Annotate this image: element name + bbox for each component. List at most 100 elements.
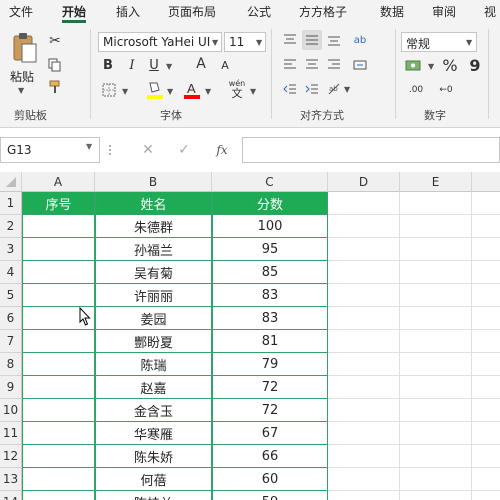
grid-cell[interactable] (328, 445, 400, 468)
wrap-text-icon[interactable]: ab (351, 30, 369, 50)
grid-cell[interactable] (400, 445, 472, 468)
row-header[interactable]: 14 (0, 491, 22, 500)
grid-cell[interactable] (22, 376, 95, 399)
score-cell[interactable]: 100 (212, 215, 328, 238)
grid-cell[interactable] (400, 238, 472, 261)
grid-cell[interactable] (472, 215, 500, 238)
chevron-down-icon[interactable]: ▼ (466, 38, 472, 47)
align-right-icon[interactable] (325, 56, 343, 74)
score-cell[interactable]: 66 (212, 445, 328, 468)
row-header[interactable]: 7 (0, 330, 22, 353)
grid-cell[interactable] (400, 353, 472, 376)
menu-tab-review[interactable]: 审阅 (432, 3, 456, 20)
currency-icon[interactable] (404, 57, 426, 75)
name-cell[interactable]: 许丽丽 (95, 284, 212, 307)
grid-cell[interactable] (22, 445, 95, 468)
score-cell[interactable]: 72 (212, 376, 328, 399)
shrink-font-button[interactable]: A (219, 58, 231, 72)
percent-button[interactable]: % (441, 55, 459, 75)
grid-cell[interactable] (400, 468, 472, 491)
table-header-cell[interactable]: 分数 (212, 192, 328, 215)
grid-cell[interactable] (328, 399, 400, 422)
grid-cell[interactable] (472, 468, 500, 491)
grid-cell[interactable] (22, 491, 95, 500)
column-header-e[interactable]: E (400, 172, 472, 192)
chevron-down-icon[interactable]: ▼ (122, 87, 128, 96)
score-cell[interactable]: 81 (212, 330, 328, 353)
grid-cell[interactable] (472, 376, 500, 399)
insert-function-icon[interactable]: fx (214, 142, 230, 158)
column-header-b[interactable]: B (95, 172, 212, 192)
grid-cell[interactable] (22, 399, 95, 422)
grid-cell[interactable] (472, 353, 500, 376)
name-cell[interactable]: 吴有菊 (95, 261, 212, 284)
chevron-down-icon[interactable]: ▼ (205, 87, 211, 96)
decrease-indent-icon[interactable] (281, 80, 299, 98)
row-header[interactable]: 11 (0, 422, 22, 445)
table-header-cell[interactable]: 姓名 (95, 192, 212, 215)
chevron-down-icon[interactable]: ▼ (167, 87, 173, 96)
score-cell[interactable]: 83 (212, 307, 328, 330)
column-header-a[interactable]: A (22, 172, 95, 192)
name-cell[interactable]: 陈朱娇 (95, 445, 212, 468)
column-header-next[interactable] (472, 172, 500, 192)
bold-button[interactable]: B (101, 57, 115, 73)
menu-tab-page-layout[interactable]: 页面布局 (168, 3, 216, 20)
enter-icon[interactable]: ✓ (176, 142, 192, 158)
chevron-down-icon[interactable]: ▼ (344, 85, 350, 94)
paste-chevron-icon[interactable]: ▼ (18, 86, 24, 95)
score-cell[interactable]: 85 (212, 261, 328, 284)
orientation-icon[interactable]: ab (325, 80, 343, 98)
grid-cell[interactable] (328, 284, 400, 307)
chevron-down-icon[interactable]: ▼ (256, 38, 262, 47)
paste-button[interactable] (10, 31, 38, 65)
underline-button[interactable]: U (147, 57, 161, 73)
row-header[interactable]: 1 (0, 192, 22, 215)
copy-icon[interactable] (47, 57, 63, 73)
row-header[interactable]: 13 (0, 468, 22, 491)
grid-cell[interactable] (328, 376, 400, 399)
grid-cell[interactable] (400, 215, 472, 238)
name-cell[interactable]: 金含玉 (95, 399, 212, 422)
grid-cell[interactable] (328, 261, 400, 284)
grid-cell[interactable] (22, 468, 95, 491)
increase-indent-icon[interactable] (303, 80, 321, 98)
score-cell[interactable]: 67 (212, 422, 328, 445)
decrease-decimal-button[interactable]: ←0 (434, 81, 458, 99)
grid-cell[interactable] (400, 307, 472, 330)
grid-cell[interactable] (400, 284, 472, 307)
grid-cell[interactable] (328, 468, 400, 491)
row-header[interactable]: 5 (0, 284, 22, 307)
row-header[interactable]: 9 (0, 376, 22, 399)
grid-cell[interactable] (328, 307, 400, 330)
font-name-select[interactable]: Microsoft YaHei UI (98, 32, 222, 52)
name-cell[interactable]: 朱德群 (95, 215, 212, 238)
comma-button[interactable]: 9 (466, 55, 484, 75)
grid-cell[interactable] (328, 330, 400, 353)
grid-cell[interactable] (328, 215, 400, 238)
score-cell[interactable]: 79 (212, 353, 328, 376)
grid-cell[interactable] (400, 491, 472, 500)
menu-tab-file[interactable]: 文件 (9, 3, 33, 20)
grid-cell[interactable] (400, 192, 472, 215)
italic-button[interactable]: I (125, 57, 139, 73)
chevron-down-icon[interactable]: ▼ (250, 87, 256, 96)
row-header[interactable]: 2 (0, 215, 22, 238)
score-cell[interactable]: 60 (212, 468, 328, 491)
row-header[interactable]: 4 (0, 261, 22, 284)
grid-cell[interactable] (400, 330, 472, 353)
align-top-icon[interactable] (281, 31, 299, 49)
grid-cell[interactable] (22, 284, 95, 307)
row-header[interactable]: 8 (0, 353, 22, 376)
chevron-down-icon[interactable]: ▼ (166, 62, 172, 71)
chevron-down-icon[interactable]: ▼ (212, 38, 218, 47)
grid-cell[interactable] (400, 422, 472, 445)
formula-input[interactable] (242, 137, 500, 163)
align-middle-icon[interactable] (302, 30, 322, 50)
row-header[interactable]: 10 (0, 399, 22, 422)
grid-cell[interactable] (22, 422, 95, 445)
menu-tab-formulas[interactable]: 公式 (247, 3, 271, 20)
name-cell[interactable]: 酆盼夏 (95, 330, 212, 353)
score-cell[interactable]: 83 (212, 284, 328, 307)
menu-tab-view[interactable]: 视 (484, 3, 496, 20)
